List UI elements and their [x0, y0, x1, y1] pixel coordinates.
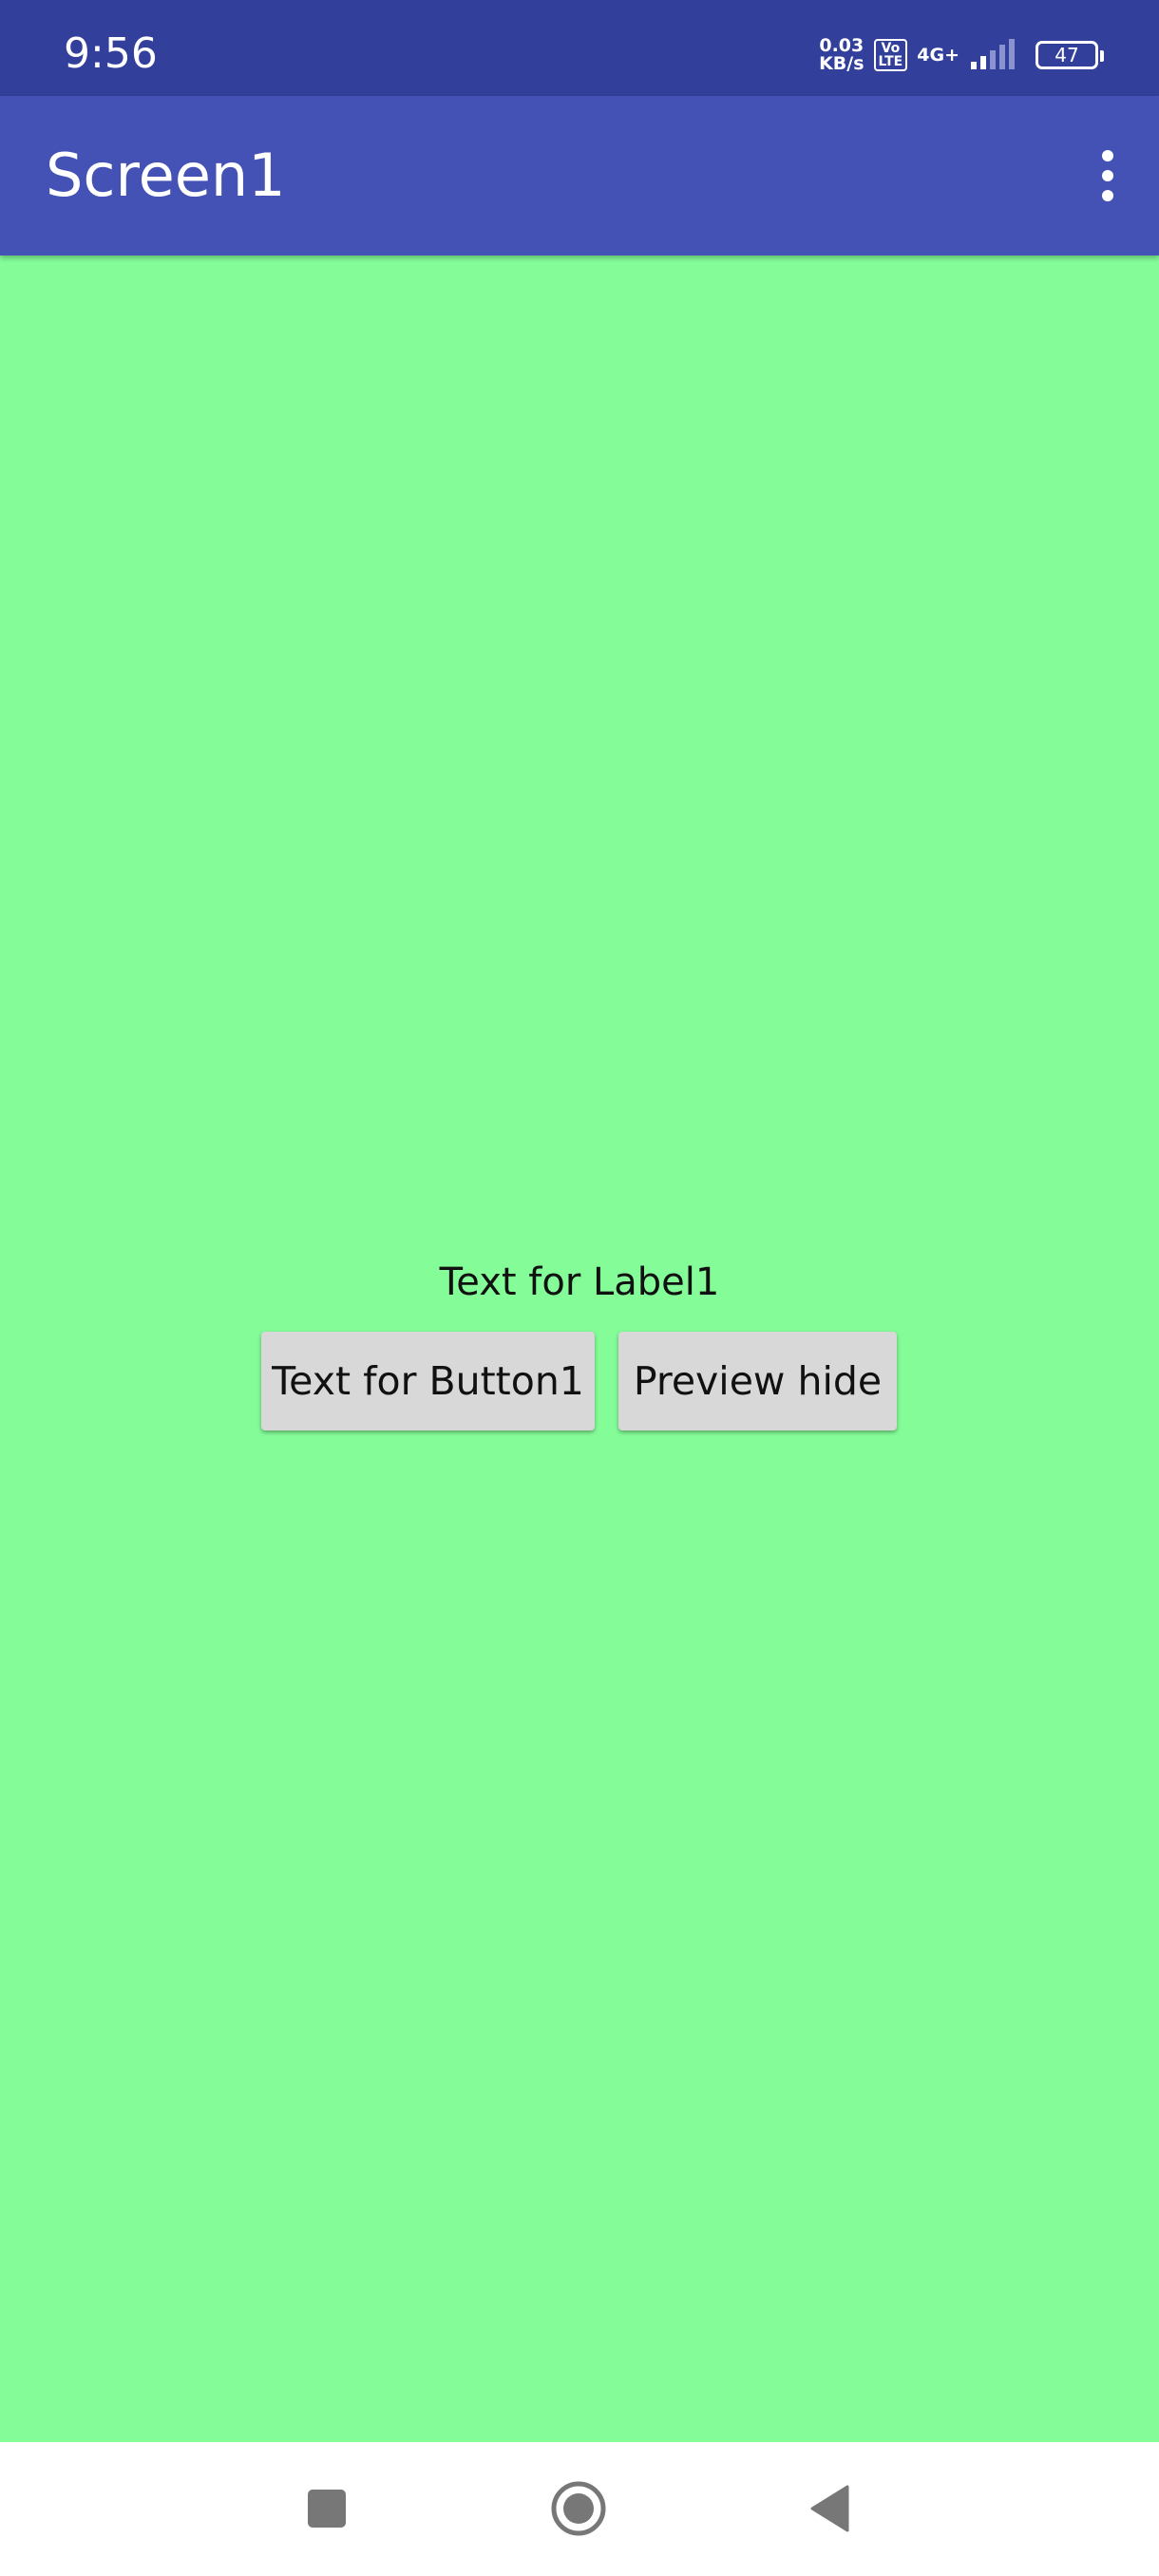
network-speed-indicator: 0.03 KB/s: [819, 37, 864, 73]
volte-top-text: Vo: [881, 41, 901, 56]
button1[interactable]: Text for Button1: [261, 1332, 595, 1430]
status-icons: 0.03 KB/s Vo LTE 4G+ 47: [819, 28, 1104, 82]
triangle-back-icon: [810, 2485, 849, 2532]
app-title: Screen1: [46, 141, 286, 210]
battery-level: 47: [1054, 44, 1079, 66]
status-bar: 9:56 0.03 KB/s Vo LTE 4G+ 47: [0, 0, 1159, 96]
menu-dot: [1102, 150, 1113, 161]
phone-screen: 9:56 0.03 KB/s Vo LTE 4G+ 47 Screen1 Tex…: [0, 0, 1159, 2576]
app-bar: Screen1: [0, 96, 1159, 256]
recents-button[interactable]: [289, 2471, 365, 2547]
network-speed-unit: KB/s: [819, 53, 864, 74]
label1: Text for Label1: [439, 1260, 720, 1304]
navigation-bar: [0, 2442, 1159, 2576]
volte-icon: Vo LTE: [873, 39, 908, 71]
circle-icon: [551, 2481, 606, 2536]
signal-strength-icon: [971, 39, 1015, 69]
network-type-label: 4G+: [917, 44, 960, 66]
back-button[interactable]: [792, 2471, 868, 2547]
network-type-indicator: 4G+: [917, 44, 960, 66]
square-icon: [308, 2490, 346, 2528]
screen-content: Text for Label1 Text for Button1 Preview…: [0, 256, 1159, 2442]
preview-hide-button[interactable]: Preview hide: [618, 1332, 897, 1430]
status-time: 9:56: [64, 29, 158, 78]
menu-dot: [1102, 190, 1113, 201]
more-vert-icon[interactable]: [1079, 138, 1136, 214]
battery-icon: 47: [1036, 41, 1104, 69]
home-button[interactable]: [541, 2471, 617, 2547]
volte-bottom-text: LTE: [878, 54, 903, 69]
menu-dot: [1102, 170, 1113, 181]
